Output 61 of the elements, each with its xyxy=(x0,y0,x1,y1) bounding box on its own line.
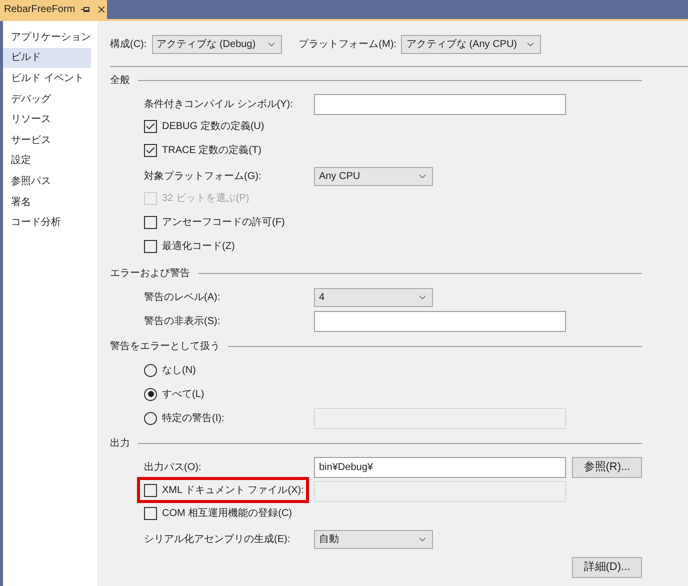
close-icon[interactable] xyxy=(96,4,107,15)
section-title: 出力 xyxy=(110,436,130,451)
section-title: 警告をエラーとして扱う xyxy=(110,340,220,354)
dropdown[interactable]: 自動 xyxy=(314,530,433,548)
sidebar-item[interactable]: デバッグ xyxy=(3,88,91,110)
checkbox-row[interactable]: 最適化コード(Z) xyxy=(144,238,235,254)
dropdown[interactable]: Any CPU xyxy=(314,166,433,186)
radio-button[interactable] xyxy=(144,388,157,400)
checkbox-label: TRACE 定数の定義(T) xyxy=(162,144,262,158)
checkbox[interactable] xyxy=(144,216,157,228)
input-field[interactable] xyxy=(314,310,566,332)
configuration-label: 構成(C): xyxy=(110,38,147,52)
checkbox[interactable] xyxy=(144,144,157,157)
checkbox-row[interactable]: XML ドキュメント ファイル(X): xyxy=(140,480,306,500)
dropdown[interactable]: 4 xyxy=(314,288,433,306)
radio-label: 特定の警告(I): xyxy=(162,412,224,426)
radio-button[interactable] xyxy=(144,412,157,424)
field-label: 対象プラットフォーム(G): xyxy=(144,170,262,184)
checkbox-label: XML ドキュメント ファイル(X): xyxy=(162,484,304,498)
checkbox[interactable] xyxy=(144,120,157,133)
checkbox-row[interactable]: TRACE 定数の定義(T) xyxy=(144,143,262,158)
advanced-button[interactable]: 詳細(D)... xyxy=(572,557,642,578)
browse-button[interactable]: 参照(R)... xyxy=(572,456,642,478)
sidebar-item[interactable]: 設定 xyxy=(3,150,91,172)
sidebar-item[interactable]: リソース xyxy=(3,109,91,130)
radio-button[interactable] xyxy=(144,364,157,376)
sidebar-item[interactable]: 参照パス xyxy=(3,171,91,192)
checkbox[interactable] xyxy=(144,484,157,497)
input-field[interactable]: bin¥Debug¥ xyxy=(314,456,566,478)
pin-icon xyxy=(81,6,90,13)
sidebar-item[interactable]: ビルド イベント xyxy=(3,68,91,89)
checkbox-row[interactable]: COM 相互運用機能の登録(C) xyxy=(144,506,292,520)
sidebar-item[interactable]: 署名 xyxy=(3,192,91,212)
platform-dropdown[interactable]: アクティブな (Any CPU) xyxy=(401,34,542,54)
field-label: 警告の非表示(S): xyxy=(144,314,222,328)
radio-label: なし(N) xyxy=(162,364,196,378)
sidebar-item[interactable]: ビルド xyxy=(3,48,91,68)
platform-label: プラットフォーム(M): xyxy=(298,38,396,52)
field-label: 条件付きコンパイル シンボル(Y): xyxy=(144,98,294,112)
sidebar-item[interactable]: アプリケーション xyxy=(3,27,91,48)
checkbox-row[interactable]: DEBUG 定数の定義(U) xyxy=(144,119,264,134)
radio-label: すべて(L) xyxy=(162,388,204,402)
checkbox-label: アンセーフコードの許可(F) xyxy=(162,216,285,230)
sidebar-item[interactable]: コード分析 xyxy=(3,212,91,233)
document-tab[interactable]: RebarFreeForm xyxy=(0,0,107,19)
section-title: エラーおよび警告 xyxy=(110,266,190,281)
field-label: 警告のレベル(A): xyxy=(144,290,222,304)
field-label: 出力パス(O): xyxy=(144,460,202,474)
tab-title: RebarFreeForm xyxy=(4,3,76,17)
section-title: 全般 xyxy=(110,74,130,88)
configuration-dropdown[interactable]: アクティブな (Debug) xyxy=(152,34,282,54)
checkbox[interactable] xyxy=(144,506,157,520)
checkbox[interactable] xyxy=(144,240,157,252)
checkbox-label: 32 ビットを選ぶ(P) xyxy=(162,192,250,206)
checkbox-label: 最適化コード(Z) xyxy=(162,240,235,254)
field-label: シリアル化アセンブリの生成(E): xyxy=(144,532,292,546)
input-field[interactable] xyxy=(314,94,566,114)
checkbox-row[interactable]: アンセーフコードの許可(F) xyxy=(144,214,285,230)
checkbox-label: COM 相互運用機能の登録(C) xyxy=(162,506,292,520)
sidebar-item[interactable]: サービス xyxy=(3,130,91,151)
checkbox-label: DEBUG 定数の定義(U) xyxy=(162,120,264,134)
